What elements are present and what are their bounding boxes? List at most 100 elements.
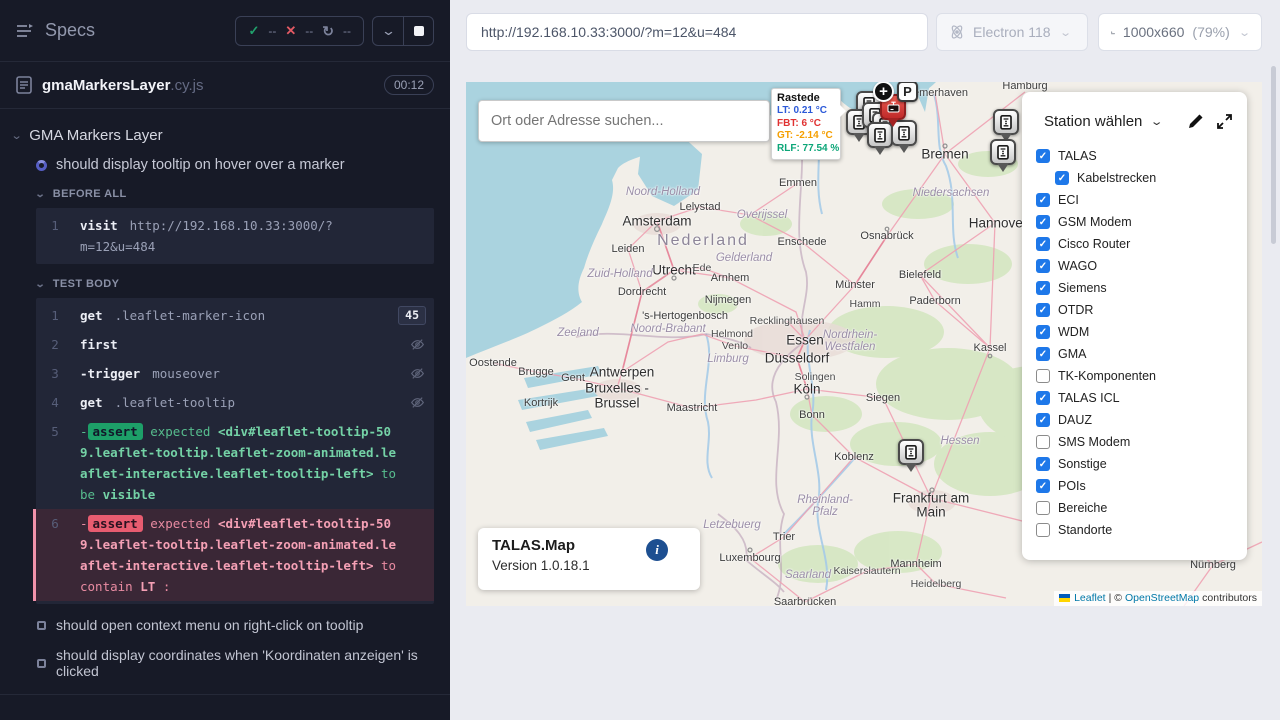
tooltip-measurement: GT: -2.14 °C — [777, 130, 835, 143]
checkbox[interactable]: ✓ — [1036, 325, 1050, 339]
layer-item-bereiche[interactable]: Bereiche — [1036, 501, 1247, 515]
checkbox[interactable]: ✓ — [1036, 149, 1050, 163]
layer-item-talas[interactable]: ✓ TALAS — [1036, 149, 1247, 163]
checkbox[interactable]: ✓ — [1036, 303, 1050, 317]
tooltip-measurement: RLF: 77.54 % — [777, 143, 835, 156]
viewport-size-select[interactable]: 1000x660 (79%) ⌄ — [1098, 13, 1262, 51]
pending-test-row[interactable]: should open context menu on right-click … — [0, 610, 450, 640]
layer-item-gsm-modem[interactable]: ✓GSM Modem — [1036, 215, 1247, 229]
layer-item-gma[interactable]: ✓ GMA — [1036, 347, 1247, 361]
leaflet-map[interactable]: FryslânNoord-HollandLelystadAmsterdamNed… — [466, 82, 1262, 606]
checkbox[interactable]: ✓ — [1036, 237, 1050, 251]
collapse-tests-button[interactable]: ⌄ — [373, 17, 403, 45]
map-search-input[interactable] — [478, 100, 770, 142]
map-label-paderborn: Paderborn — [909, 295, 960, 307]
map-label-overijssel: Overijssel — [737, 209, 787, 221]
layer-item-pois[interactable]: ✓POIs — [1036, 479, 1247, 493]
checkbox[interactable] — [1036, 523, 1050, 537]
checkbox[interactable] — [1036, 501, 1050, 515]
checkbox[interactable]: ✓ — [1036, 193, 1050, 207]
attribution-suffix: contributors — [1202, 592, 1257, 604]
checkbox[interactable]: ✓ — [1055, 171, 1069, 185]
layer-label: ECI — [1058, 193, 1079, 207]
edit-pencil-icon[interactable] — [1187, 113, 1204, 130]
layer-item-talas-icl[interactable]: ✓TALAS ICL — [1036, 391, 1247, 405]
map-label-venlo: Venlo — [722, 340, 748, 352]
layer-item-otdr[interactable]: ✓OTDR — [1036, 303, 1247, 317]
specs-menu-icon[interactable] — [16, 23, 35, 39]
layer-item-eci[interactable]: ✓ ECI — [1036, 193, 1247, 207]
command-method: first — [80, 337, 118, 352]
command-row-3[interactable]: 3-triggermouseover — [36, 359, 434, 388]
leaflet-link[interactable]: Leaflet — [1074, 592, 1106, 604]
layer-item-kabelstrecken[interactable]: ✓Kabelstrecken — [1055, 171, 1247, 185]
before-all-header[interactable]: ⌄ BEFORE ALL — [0, 180, 450, 206]
command-number: 3 — [36, 363, 74, 384]
map-label-westfalen: Westfalen — [825, 341, 876, 353]
spec-file-row[interactable]: gmaMarkersLayer.cy.js 00:12 — [0, 62, 450, 109]
layer-label: GMA — [1058, 347, 1086, 361]
active-test-title[interactable]: should display tooltip on hover over a m… — [0, 150, 450, 180]
spec-name: gmaMarkersLayer.cy.js — [42, 77, 203, 94]
suite-title[interactable]: ⌄ GMA Markers Layer — [0, 121, 450, 150]
layer-item-sms-modem[interactable]: SMS Modem — [1036, 435, 1247, 449]
url-input[interactable] — [466, 13, 928, 51]
specs-label[interactable]: Specs — [45, 20, 95, 41]
station-marker[interactable] — [898, 439, 924, 465]
station-layer-panel: Station wählen ⌄ ✓TALAS✓Kabelstrecken✓EC… — [1022, 92, 1247, 560]
checkbox[interactable]: ✓ — [1036, 347, 1050, 361]
layer-item-wago[interactable]: ✓WAGO — [1036, 259, 1247, 273]
map-label-luxembourg: Luxembourg — [719, 552, 780, 564]
checkbox[interactable]: ✓ — [1036, 259, 1050, 273]
command-row-1[interactable]: 1get.leaflet-marker-icon45 — [36, 301, 434, 330]
stage-scrollbar[interactable] — [1271, 66, 1276, 244]
parking-marker[interactable]: P — [897, 82, 918, 102]
map-label-recklinghausen: Recklinghausen — [750, 315, 825, 327]
layer-item-cisco-router[interactable]: ✓Cisco Router — [1036, 237, 1247, 251]
osm-link[interactable]: OpenStreetMap — [1125, 592, 1199, 604]
passed-count: -- — [268, 24, 276, 38]
map-label-bonn: Bonn — [799, 409, 825, 421]
layer-item-wdm[interactable]: ✓WDM — [1036, 325, 1247, 339]
checkbox[interactable] — [1036, 435, 1050, 449]
add-marker-button[interactable]: + — [873, 82, 894, 102]
stop-run-button[interactable] — [403, 17, 433, 45]
map-label-amsterdam: Amsterdam — [622, 214, 691, 229]
map-label-antwerpen: Antwerpen — [590, 365, 655, 380]
element-count-badge: 45 — [398, 306, 426, 325]
station-select-label[interactable]: Station wählen — [1044, 113, 1142, 130]
station-marker[interactable] — [990, 139, 1016, 165]
test-body-header[interactable]: ⌄ TEST BODY — [0, 270, 450, 296]
marker-tooltip[interactable]: Rastede LT: 0.21 °CFBT: 6 °CGT: -2.14 °C… — [771, 88, 841, 160]
command-row-2[interactable]: 2first — [36, 330, 434, 359]
checkbox[interactable]: ✓ — [1036, 413, 1050, 427]
checkbox[interactable] — [1036, 369, 1050, 383]
command-message: mouseover — [152, 366, 220, 381]
map-label-saarbr-cken: Saarbrücken — [774, 596, 836, 606]
layer-item-tk-komponenten[interactable]: TK-Komponenten — [1036, 369, 1247, 383]
map-label-emmen: Emmen — [779, 177, 817, 189]
layer-label: TALAS — [1058, 149, 1097, 163]
checkbox[interactable]: ✓ — [1036, 457, 1050, 471]
command-row-4[interactable]: 4get.leaflet-tooltip — [36, 388, 434, 417]
checkbox[interactable]: ✓ — [1036, 479, 1050, 493]
pending-test-row[interactable]: should display coordinates when 'Koordin… — [0, 640, 450, 686]
info-icon[interactable]: i — [646, 539, 668, 561]
layer-item-siemens[interactable]: ✓Siemens — [1036, 281, 1247, 295]
browser-select[interactable]: Electron 118 ⌄ — [936, 13, 1088, 51]
map-label-rheinland-: Rheinland- — [797, 494, 853, 506]
layer-item-sonstige[interactable]: ✓Sonstige — [1036, 457, 1247, 471]
assert-badge: assert — [88, 423, 143, 440]
layer-item-dauz[interactable]: ✓DAUZ — [1036, 413, 1247, 427]
checkbox[interactable]: ✓ — [1036, 215, 1050, 229]
checkbox[interactable]: ✓ — [1036, 391, 1050, 405]
station-marker[interactable] — [993, 109, 1019, 135]
command-row-6[interactable]: 6-assert expected <div#leaflet-tooltip-5… — [33, 509, 434, 601]
layer-item-standorte[interactable]: Standorte — [1036, 523, 1247, 537]
checkbox[interactable]: ✓ — [1036, 281, 1050, 295]
command-row-5[interactable]: 5-assert expected <div#leaflet-tooltip-5… — [36, 417, 434, 509]
map-label-brugge: Brugge — [518, 366, 553, 378]
chevron-down-icon[interactable]: ⌄ — [1150, 115, 1164, 128]
command-row-1[interactable]: 1visithttp://192.168.10.33:3000/?m=12&u=… — [36, 211, 434, 261]
expand-icon[interactable] — [1216, 113, 1233, 130]
